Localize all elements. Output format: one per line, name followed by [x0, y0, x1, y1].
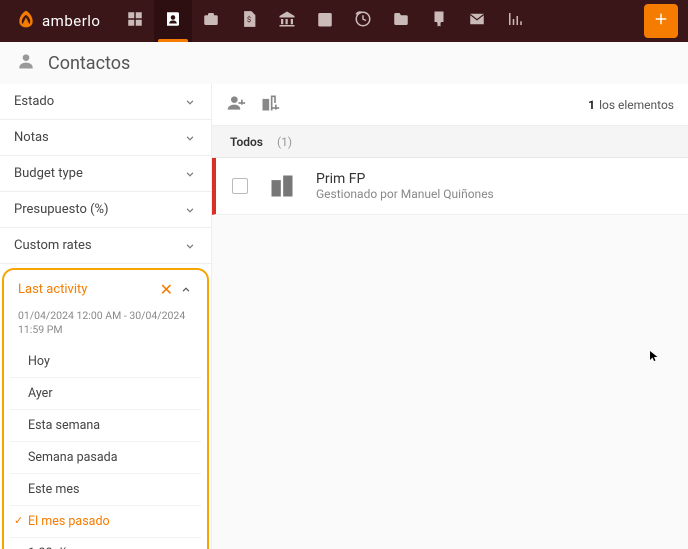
- chevron-down-icon: [183, 95, 197, 109]
- nav-calendar[interactable]: [306, 0, 344, 42]
- filter-label: Estado: [14, 94, 54, 109]
- tab-all[interactable]: Todos: [230, 135, 263, 149]
- option-mes-pasado[interactable]: El mes pasado: [10, 506, 201, 538]
- filter-label: Custom rates: [14, 238, 92, 253]
- chevron-down-icon: [183, 131, 197, 145]
- bank-icon: [278, 10, 296, 32]
- brand[interactable]: amberlo: [16, 9, 100, 33]
- filter-label: Budget type: [14, 166, 83, 181]
- app-bar: amberlo: [0, 0, 688, 42]
- nav-mail[interactable]: [458, 0, 496, 42]
- filter-sidebar: Estado Notas Budget type Presupuesto (%)…: [0, 84, 212, 549]
- person-icon: [16, 51, 36, 75]
- chevron-down-icon: [183, 203, 197, 217]
- contact-icon: [164, 10, 182, 32]
- dashboard-icon: [126, 10, 144, 32]
- filter-estado: Estado: [0, 84, 211, 120]
- nav-billing[interactable]: [230, 0, 268, 42]
- nav-certs[interactable]: [420, 0, 458, 42]
- chart-icon: [506, 10, 524, 32]
- row-checkbox[interactable]: [232, 178, 248, 194]
- page-header: Contactos: [0, 42, 688, 84]
- nav-matters[interactable]: [192, 0, 230, 42]
- nav-time[interactable]: [344, 0, 382, 42]
- option-semana-pasada[interactable]: Semana pasada: [10, 442, 201, 474]
- company-icon: [264, 168, 300, 204]
- mail-icon: [468, 10, 486, 32]
- filter-range-text: 01/04/2024 12:00 AM - 30/04/2024 11:59 P…: [4, 309, 207, 342]
- filter-budget-type: Budget type: [0, 156, 211, 192]
- list-tabs: Todos (1): [212, 126, 688, 158]
- filter-presupuesto: Presupuesto (%): [0, 192, 211, 228]
- nav-reports[interactable]: [496, 0, 534, 42]
- chevron-down-icon: [183, 239, 197, 253]
- contact-name: Prim FP: [316, 171, 494, 187]
- option-1-30-dias[interactable]: 1-30 días: [10, 538, 201, 549]
- clear-filter-button[interactable]: ✕: [160, 280, 173, 299]
- nav-trust[interactable]: [268, 0, 306, 42]
- nav-documents[interactable]: [382, 0, 420, 42]
- folder-icon: [392, 10, 410, 32]
- add-person-button[interactable]: [226, 93, 246, 117]
- new-button[interactable]: [644, 4, 678, 38]
- brand-logo-icon: [16, 9, 36, 33]
- option-este-mes[interactable]: Este mes: [10, 474, 201, 506]
- contact-meta: Gestionado por Manuel Quiñones: [316, 187, 494, 201]
- history-icon: [354, 10, 372, 32]
- chevron-down-icon: [183, 167, 197, 181]
- option-esta-semana[interactable]: Esta semana: [10, 410, 201, 442]
- mouse-cursor-icon: [648, 347, 660, 365]
- nav-contacts[interactable]: [154, 0, 192, 42]
- invoice-icon: [240, 10, 258, 32]
- filter-custom-rates: Custom rates: [0, 228, 211, 264]
- add-company-button[interactable]: [260, 93, 280, 117]
- chevron-up-icon: [179, 283, 193, 297]
- certificate-icon: [430, 10, 448, 32]
- filter-label: Presupuesto (%): [14, 202, 109, 217]
- option-ayer[interactable]: Ayer: [10, 378, 201, 410]
- plus-icon: [652, 10, 670, 32]
- contact-row[interactable]: Prim FP Gestionado por Manuel Quiñones: [212, 158, 688, 215]
- filter-notas: Notas: [0, 120, 211, 156]
- calendar-icon: [316, 10, 334, 32]
- page-title: Contactos: [48, 53, 130, 74]
- nav-dashboard[interactable]: [116, 0, 154, 42]
- main-content: 1los elementos Todos (1) Prim FP Gestion…: [212, 84, 688, 549]
- filter-label: Last activity: [18, 282, 87, 297]
- content-toolbar: 1los elementos: [212, 84, 688, 126]
- filter-options: Hoy Ayer Esta semana Semana pasada Este …: [4, 342, 207, 549]
- briefcase-icon: [202, 10, 220, 32]
- filter-last-activity: Last activity ✕ 01/04/2024 12:00 AM - 30…: [2, 268, 209, 549]
- filter-label: Notas: [14, 130, 49, 145]
- option-hoy[interactable]: Hoy: [10, 346, 201, 378]
- result-counter: 1los elementos: [588, 98, 674, 112]
- tab-all-count: (1): [277, 135, 292, 149]
- brand-name: amberlo: [42, 12, 100, 30]
